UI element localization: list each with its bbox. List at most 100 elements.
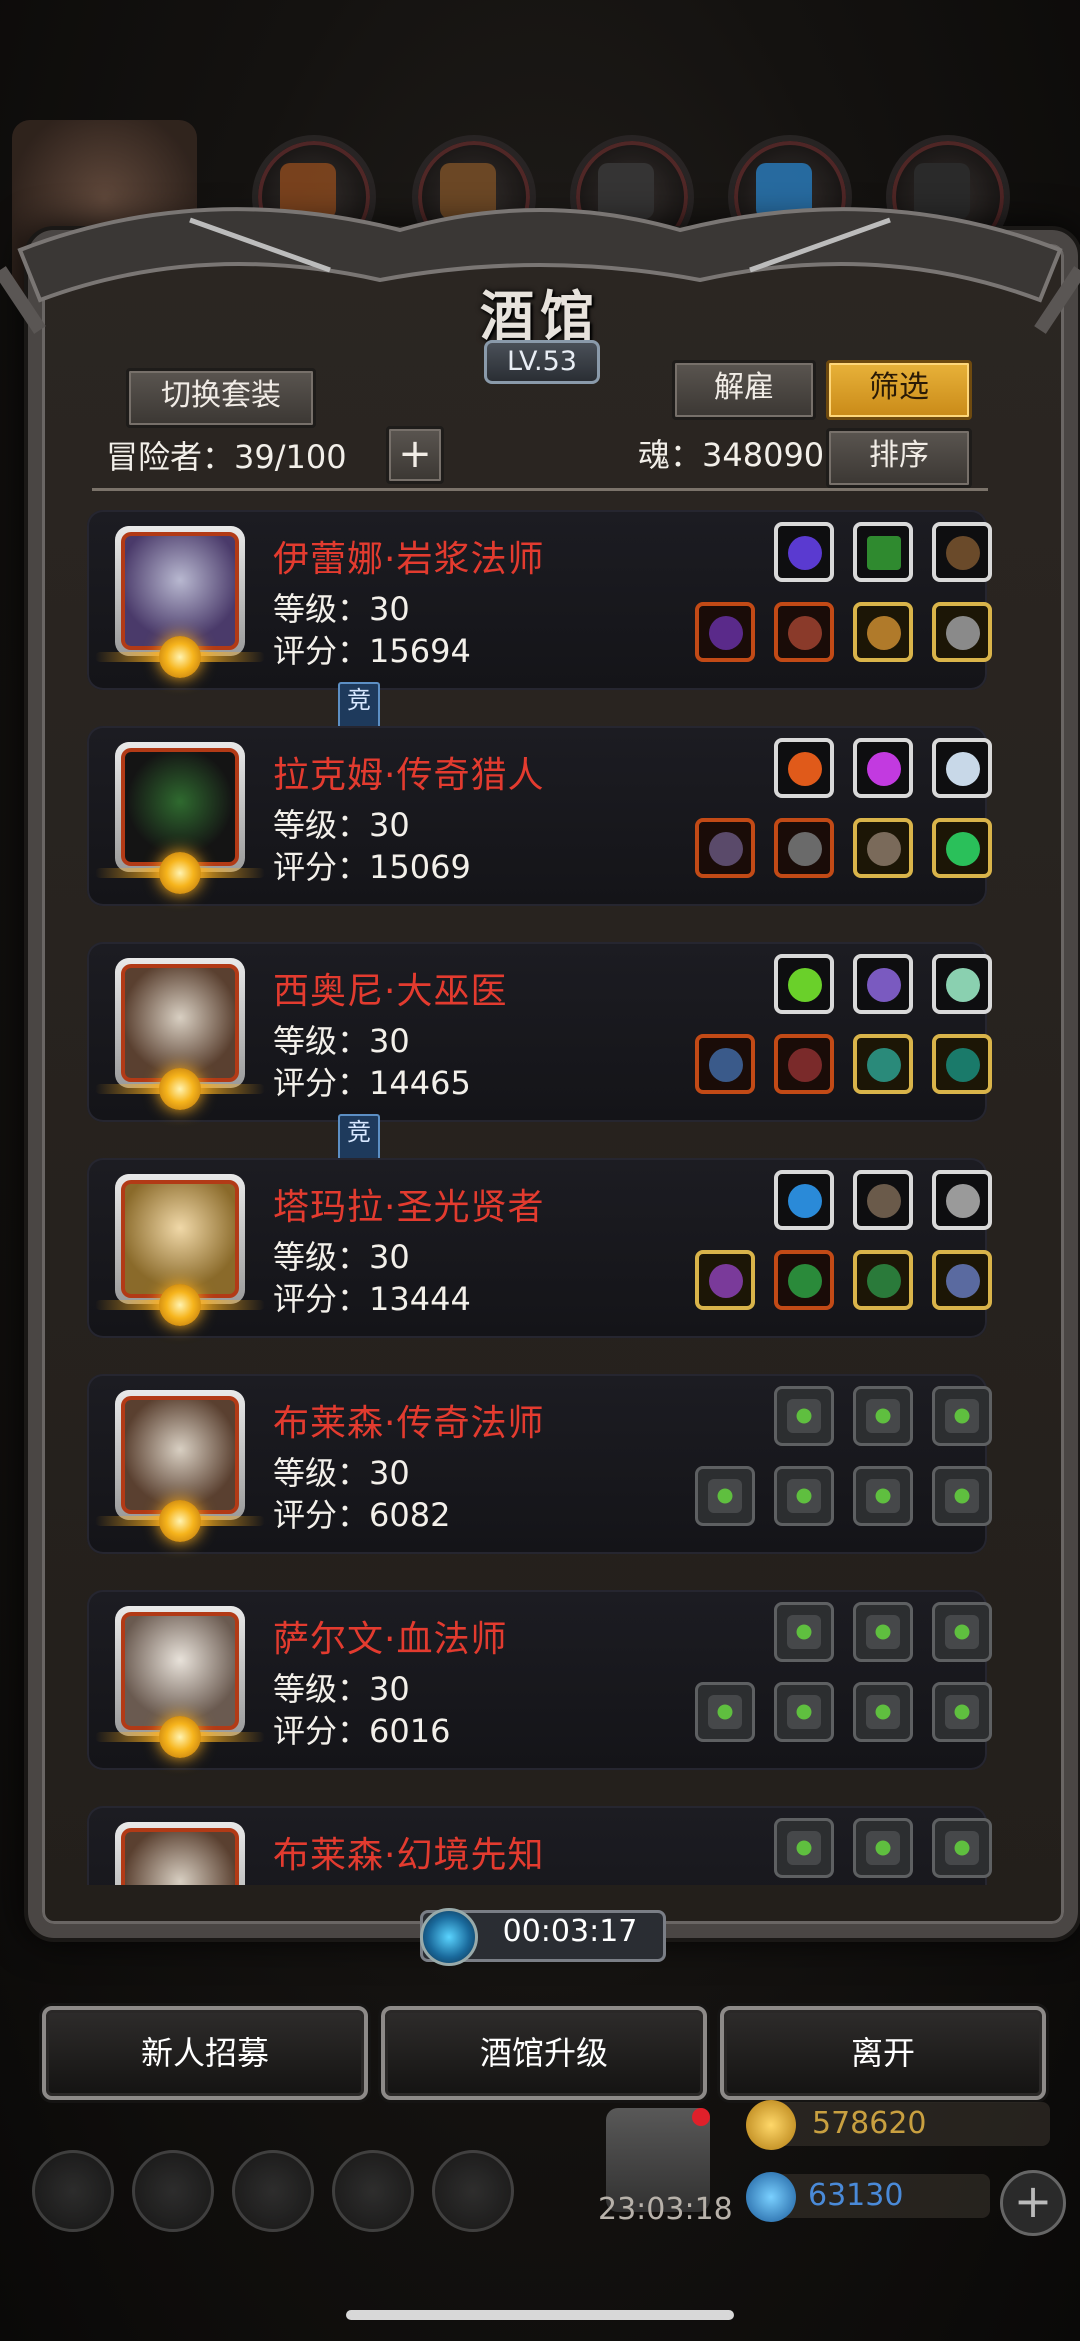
hero-portrait [115,1822,245,1885]
hero-level: 等级：30 [273,1238,410,1276]
insect-item-icon[interactable] [932,738,992,798]
ring-item-icon[interactable] [853,1034,913,1094]
achievement-icon[interactable] [132,2150,214,2232]
dismiss-button[interactable]: 解雇 [672,360,816,420]
ring-item-icon[interactable] [853,602,913,662]
empty-trinket-slot-icon[interactable] [853,1818,913,1878]
settings-icon[interactable] [32,2150,114,2232]
empty-armor-slot-icon[interactable] [774,1682,834,1742]
map-icon[interactable] [432,2150,514,2232]
add-currency-button[interactable]: + [1000,2170,1066,2236]
empty-ring-slot-icon[interactable] [932,1466,992,1526]
hero-level: 等级：30 [273,1454,410,1492]
soul-amount: 魂：348090 [638,436,825,474]
hero-name: 伊蕾娜·岩浆法师 [273,539,545,580]
empty-trinket-slot-icon[interactable] [932,1818,992,1878]
hero-name: 拉克姆·传奇猎人 [273,755,545,796]
notification-dot [692,2108,710,2126]
hero-name: 布莱森·幻境先知 [273,1835,545,1876]
sort-button[interactable]: 排序 [826,428,972,488]
hero-portrait [95,526,265,678]
flask-item-icon[interactable] [853,954,913,1014]
crossbow-item-icon[interactable] [853,1170,913,1230]
amulet-item-icon[interactable] [932,602,992,662]
hero-portrait [95,1390,265,1542]
empty-trinket-slot-icon[interactable] [853,1386,913,1446]
hero-level: 等级：30 [273,590,410,628]
emerald-item-icon[interactable] [932,818,992,878]
crossbow-item-icon[interactable] [932,522,992,582]
potion-item-icon[interactable] [774,954,834,1014]
hero-card[interactable]: 萨尔文·血法师 等级：30 评分：6016 [87,1590,992,1770]
gem-amount: 63130 [808,2178,904,2213]
star-gem-icon [159,1716,201,1758]
recruit-button[interactable]: 新人招募 [42,2006,368,2100]
empty-potion-slot-icon[interactable] [774,1386,834,1446]
armor-item-icon[interactable] [774,602,834,662]
home-indicator[interactable] [346,2310,734,2320]
pendant-item-icon[interactable] [853,1250,913,1310]
hero-card[interactable]: 拉克姆·传奇猎人 等级：30 评分：15069 [87,726,992,906]
gift-timer: 23:03:18 [598,2192,733,2227]
empty-trinket-slot-icon[interactable] [932,1386,992,1446]
empty-potion-slot-icon[interactable] [774,1818,834,1878]
leave-button[interactable]: 离开 [720,2006,1046,2100]
gold-amount: 578620 [812,2106,927,2141]
book-item-icon[interactable] [853,522,913,582]
tavern-level-badge: LV.53 [484,340,600,384]
add-adventurer-slot-button[interactable]: + [386,426,444,484]
scepter-item-icon[interactable] [695,1034,755,1094]
hero-card[interactable]: 布莱森·幻境先知 [87,1806,992,1885]
empty-ring-slot-icon[interactable] [853,1466,913,1526]
empty-trinket-slot-icon[interactable] [932,1602,992,1662]
hero-portrait [95,958,265,1110]
clock-icon [420,1908,478,1966]
castle-icon[interactable] [232,2150,314,2232]
ring-item-icon[interactable] [853,818,913,878]
armor-item-icon[interactable] [774,818,834,878]
empty-potion-slot-icon[interactable] [774,1602,834,1662]
hero-score: 评分：14465 [273,1064,471,1102]
staff-item-icon[interactable] [695,602,755,662]
hero-score: 评分：6016 [273,1712,451,1750]
hero-card[interactable]: 塔玛拉·圣光贤者 等级：30 评分：13444 [87,1158,992,1338]
hero-name: 塔玛拉·圣光贤者 [273,1187,545,1228]
hero-score: 评分：13444 [273,1280,471,1318]
hero-name: 西奥尼·大巫医 [273,971,508,1012]
wand-item-icon[interactable] [932,1250,992,1310]
bottle-item-icon[interactable] [932,954,992,1014]
empty-weapon-slot-icon[interactable] [695,1682,755,1742]
hero-card[interactable]: 伊蕾娜·岩浆法师 等级：30 评分：15694 [87,510,992,690]
gem-item-icon[interactable] [853,738,913,798]
armor-item-icon[interactable] [774,1250,834,1310]
hero-card[interactable]: 西奥尼·大巫医 等级：30 评分：14465 [87,942,992,1122]
bow-item-icon[interactable] [695,818,755,878]
hero-list[interactable]: 伊蕾娜·岩浆法师 等级：30 评分：15694 竞 拉克姆·传奇猎人 等级：30… [55,500,1025,1885]
empty-armor-slot-icon[interactable] [774,1466,834,1526]
empty-ring-slot-icon[interactable] [932,1682,992,1742]
hero-card[interactable]: 布莱森·传奇法师 等级：30 评分：6082 [87,1374,992,1554]
gem-icon [746,2172,796,2222]
emblem-item-icon[interactable] [932,1170,992,1230]
star-gem-icon [159,1500,201,1542]
necklace-item-icon[interactable] [932,1034,992,1094]
star-gem-icon [159,1068,201,1110]
orb-item-icon[interactable] [774,1170,834,1230]
hero-level: 等级：30 [273,1022,410,1060]
orb-item-icon[interactable] [774,522,834,582]
upgrade-tavern-button[interactable]: 酒馆升级 [381,2006,707,2100]
empty-weapon-slot-icon[interactable] [695,1466,755,1526]
staff-item-icon[interactable] [695,1250,755,1310]
hero-score: 评分：6082 [273,1496,451,1534]
empty-ring-slot-icon[interactable] [853,1682,913,1742]
robe-item-icon[interactable] [774,1034,834,1094]
empty-trinket-slot-icon[interactable] [853,1602,913,1662]
star-gem-icon [159,852,201,894]
refresh-timer-text: 00:03:17 [502,1914,638,1949]
divider [92,488,988,491]
hero-name: 萨尔文·血法师 [273,1619,508,1660]
fire-item-icon[interactable] [774,738,834,798]
filter-button[interactable]: 筛选 [826,360,972,420]
switch-outfit-button[interactable]: 切换套装 [126,368,316,428]
mail-icon[interactable] [332,2150,414,2232]
